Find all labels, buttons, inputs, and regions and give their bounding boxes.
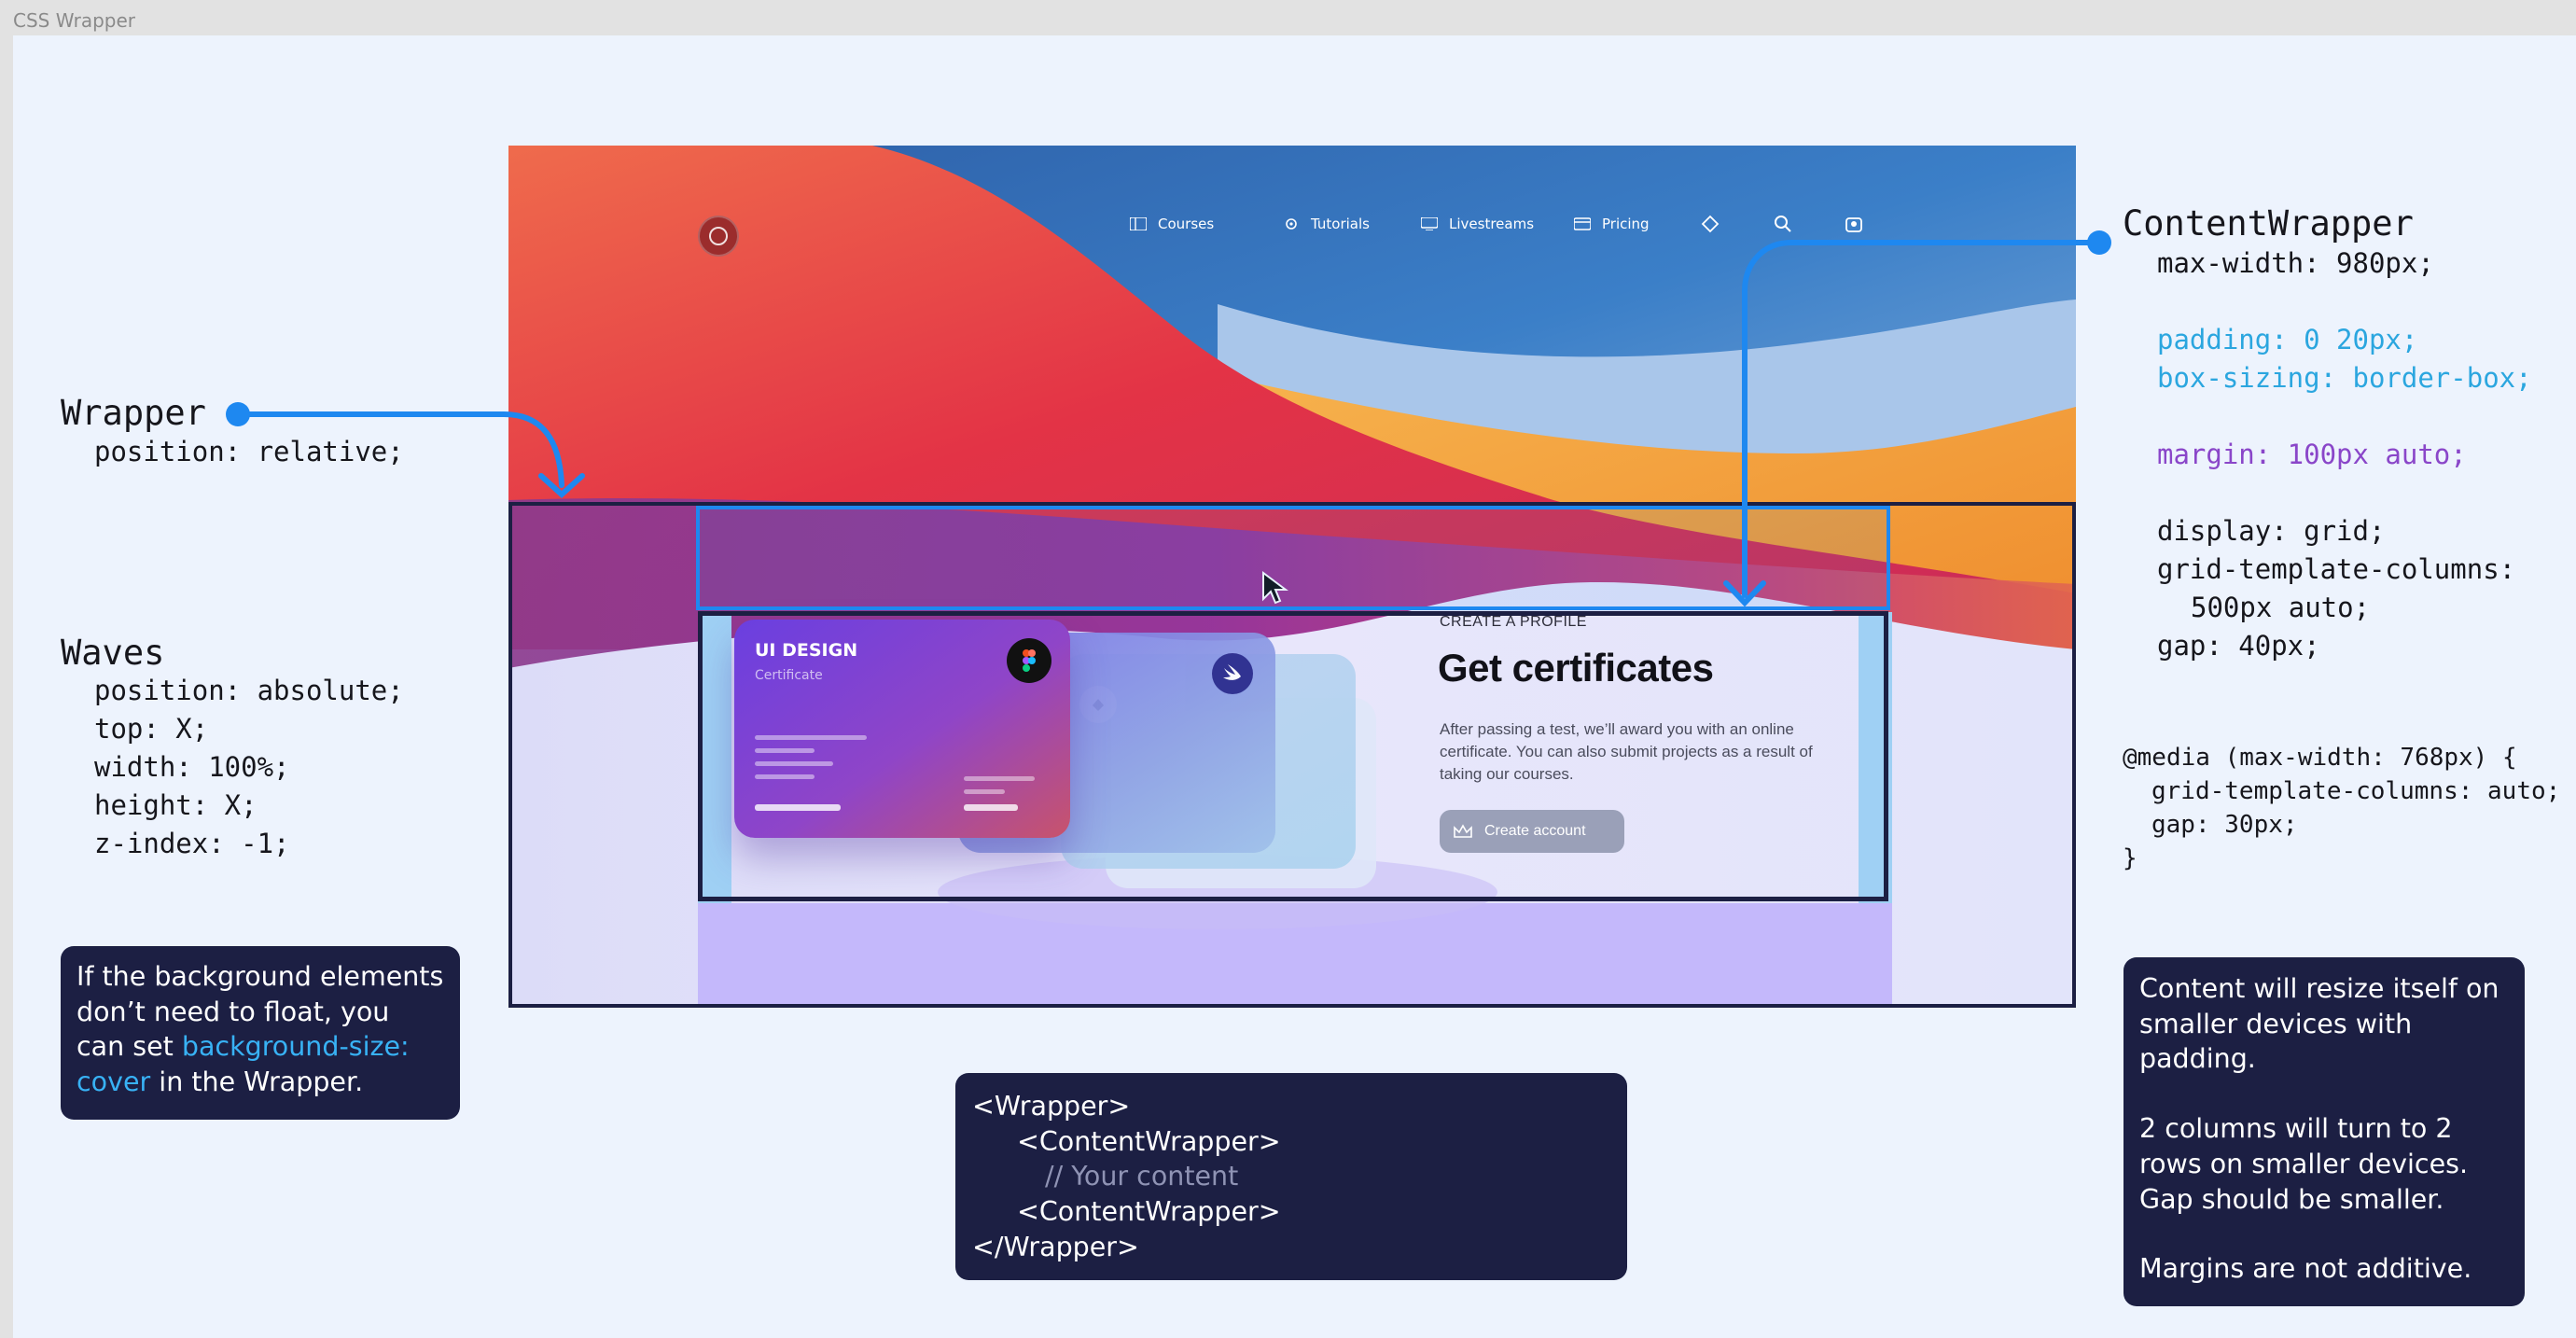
- contentwrapper-line: grid-template-columns:: [2157, 553, 2516, 585]
- contentwrapper-line: 500px auto;: [2191, 592, 2371, 623]
- contentwrapper-connector-dot: [2087, 230, 2111, 255]
- note-paragraph: Content will resize itself on smaller de…: [2139, 973, 2499, 1075]
- contentwrapper-padding-line: padding: 0 20px;: [2157, 324, 2418, 355]
- code-line: <ContentWrapper>: [1017, 1125, 1281, 1157]
- waves-line: top: X;: [94, 713, 209, 745]
- contentwrapper-title: ContentWrapper: [2123, 203, 2414, 244]
- note-text: in the Wrapper.: [150, 1066, 364, 1098]
- contentwrapper-line: max-width: 980px;: [2157, 247, 2434, 279]
- code-line: <ContentWrapper>: [1017, 1196, 1281, 1228]
- contentwrapper-line: gap: 40px;: [2157, 630, 2320, 662]
- waves-line: position: absolute;: [94, 675, 404, 706]
- waves-line: z-index: -1;: [94, 828, 290, 859]
- code-comment: // Your content: [1045, 1161, 1239, 1192]
- note-paragraph: 2 columns will turn to 2 rows on smaller…: [2139, 1113, 2469, 1215]
- contentwrapper-connector: [1742, 240, 2102, 598]
- waves-title: Waves: [61, 633, 165, 673]
- media-query-line: gap: 30px;: [2151, 811, 2298, 839]
- note-paragraph: Margins are not additive.: [2139, 1253, 2472, 1285]
- media-query-close: }: [2123, 844, 2137, 872]
- responsive-note: Content will resize itself on smaller de…: [2123, 957, 2525, 1306]
- contentwrapper-line: display: grid;: [2157, 515, 2386, 547]
- background-size-note: If the background elements don’t need to…: [61, 946, 460, 1120]
- media-query-line: grid-template-columns: auto;: [2151, 777, 2561, 805]
- contentwrapper-box-sizing-line: box-sizing: border-box;: [2157, 362, 2532, 394]
- code-line: <Wrapper>: [972, 1091, 1131, 1122]
- code-line: </Wrapper>: [972, 1231, 1139, 1262]
- structure-code-note: <Wrapper> <ContentWrapper> // Your conte…: [955, 1073, 1627, 1280]
- contentwrapper-margin-line: margin: 100px auto;: [2157, 439, 2467, 470]
- wrapper-title: Wrapper: [61, 393, 206, 433]
- waves-line: height: X;: [94, 789, 258, 821]
- waves-line: width: 100%;: [94, 751, 290, 783]
- media-query-open: @media (max-width: 768px) {: [2123, 744, 2517, 772]
- wrapper-position-line: position: relative;: [94, 436, 404, 467]
- wrapper-connector-dot: [226, 402, 250, 426]
